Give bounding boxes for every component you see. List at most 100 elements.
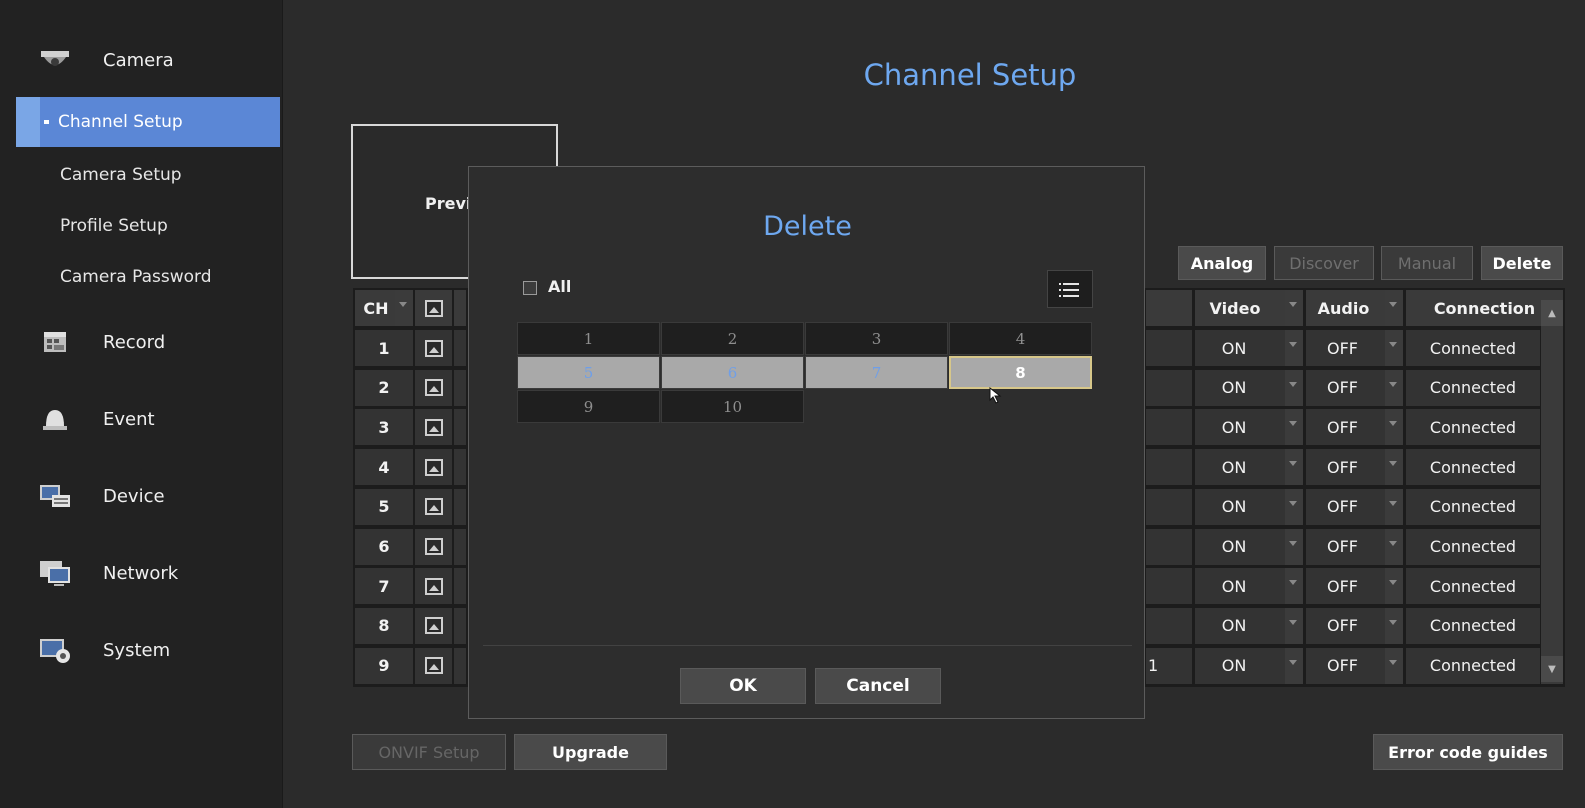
- preview-thumbnail[interactable]: [415, 607, 452, 644]
- sidebar-section-system[interactable]: System: [0, 620, 282, 680]
- bullet-icon: [44, 120, 49, 124]
- sidebar-section-device[interactable]: Device: [0, 466, 282, 526]
- preview-thumbnail[interactable]: [415, 647, 452, 684]
- channel-toggle-5[interactable]: 5: [517, 356, 660, 389]
- audio-value: OFF: [1327, 338, 1358, 358]
- video-value: ON: [1221, 378, 1247, 398]
- chevron-down-icon: [1289, 381, 1297, 387]
- scroll-up-icon[interactable]: ▲: [1541, 300, 1563, 326]
- camera-name-cell: [454, 488, 466, 525]
- onvif-setup-button[interactable]: ONVIF Setup: [352, 734, 506, 770]
- channel-number: 7: [355, 568, 413, 605]
- video-select[interactable]: ON: [1195, 449, 1303, 486]
- select-all-checkbox[interactable]: [523, 281, 537, 295]
- sidebar-section-network[interactable]: Network: [0, 543, 282, 603]
- sidebar-item-profile-setup[interactable]: Profile Setup: [16, 201, 280, 251]
- connection-status: Connected: [1406, 488, 1540, 525]
- header-name: [454, 290, 466, 326]
- dropdown-arrow-area: [1285, 330, 1303, 366]
- dropdown-arrow-area: [1385, 330, 1403, 366]
- dropdown-arrow-area: [1385, 528, 1403, 565]
- scroll-down-icon[interactable]: ▼: [1541, 656, 1563, 682]
- discover-button[interactable]: Discover: [1274, 246, 1374, 280]
- preview-thumbnail[interactable]: [415, 449, 452, 486]
- image-icon: [424, 538, 443, 555]
- audio-select[interactable]: OFF: [1306, 449, 1403, 486]
- audio-select[interactable]: OFF: [1306, 568, 1403, 605]
- channel-toggle-1[interactable]: 1: [517, 322, 660, 355]
- chevron-down-icon: [1289, 461, 1297, 467]
- sidebar: Camera Channel Setup Camera Setup Profil…: [0, 0, 283, 808]
- video-select[interactable]: ON: [1195, 607, 1303, 644]
- sidebar-item-camera-setup[interactable]: Camera Setup: [16, 150, 280, 200]
- dropdown-arrow-area: [1385, 409, 1403, 446]
- model-cell: 1: [1146, 647, 1192, 684]
- channel-toggle-6[interactable]: 6: [661, 356, 804, 389]
- scrollbar[interactable]: [1541, 298, 1563, 684]
- manual-button[interactable]: Manual: [1381, 246, 1473, 280]
- audio-select[interactable]: OFF: [1306, 647, 1403, 684]
- video-select[interactable]: ON: [1195, 369, 1303, 406]
- preview-thumbnail[interactable]: [415, 409, 452, 446]
- sidebar-section-label: Event: [103, 408, 155, 430]
- header-preview[interactable]: [415, 290, 452, 326]
- model-cell: [1146, 607, 1192, 644]
- video-select[interactable]: ON: [1195, 409, 1303, 446]
- sidebar-item-channel-setup[interactable]: Channel Setup: [16, 97, 280, 147]
- chevron-down-icon: [1389, 500, 1397, 506]
- chevron-down-icon: [1289, 500, 1297, 506]
- audio-select[interactable]: OFF: [1306, 409, 1403, 446]
- channel-toggle-2[interactable]: 2: [661, 322, 804, 355]
- sidebar-item-label: Profile Setup: [60, 216, 168, 236]
- camera-name-cell: [454, 330, 466, 366]
- video-select[interactable]: ON: [1195, 488, 1303, 525]
- delete-button[interactable]: Delete: [1481, 246, 1563, 280]
- error-code-guides-button[interactable]: Error code guides: [1373, 734, 1563, 770]
- chevron-down-icon: [1289, 659, 1297, 665]
- cancel-button[interactable]: Cancel: [815, 668, 941, 704]
- audio-select[interactable]: OFF: [1306, 607, 1403, 644]
- model-cell: [1146, 568, 1192, 605]
- video-select[interactable]: ON: [1195, 528, 1303, 565]
- header-video[interactable]: Video: [1195, 290, 1303, 326]
- video-select[interactable]: ON: [1195, 647, 1303, 684]
- channel-toggle-10[interactable]: 10: [661, 390, 804, 423]
- sidebar-item-camera-password[interactable]: Camera Password: [16, 252, 280, 302]
- header-ch[interactable]: CH: [355, 290, 413, 326]
- audio-value: OFF: [1327, 378, 1358, 398]
- mouse-cursor-icon: [989, 386, 1002, 404]
- preview-thumbnail[interactable]: [415, 488, 452, 525]
- system-icon: [40, 639, 70, 663]
- audio-value: OFF: [1327, 497, 1358, 517]
- dropdown-arrow-area: [1385, 449, 1403, 486]
- channel-toggle-7[interactable]: 7: [805, 356, 948, 389]
- audio-select[interactable]: OFF: [1306, 330, 1403, 366]
- analog-button[interactable]: Analog: [1178, 246, 1266, 280]
- ok-button[interactable]: OK: [680, 668, 806, 704]
- channel-toggle-3[interactable]: 3: [805, 322, 948, 355]
- model-cell: [1146, 330, 1192, 366]
- sidebar-section-camera[interactable]: Camera: [0, 30, 282, 90]
- channel-toggle-8[interactable]: 8: [949, 356, 1092, 389]
- video-select[interactable]: ON: [1195, 568, 1303, 605]
- video-select[interactable]: ON: [1195, 330, 1303, 366]
- list-view-button[interactable]: [1047, 270, 1093, 308]
- sidebar-section-record[interactable]: Record: [0, 312, 282, 372]
- preview-thumbnail[interactable]: [415, 369, 452, 406]
- channel-toggle-9[interactable]: 9: [517, 390, 660, 423]
- image-icon: [424, 339, 443, 357]
- header-audio[interactable]: Audio: [1306, 290, 1403, 326]
- preview-thumbnail[interactable]: [415, 528, 452, 565]
- audio-value: OFF: [1327, 537, 1358, 556]
- sidebar-section-event[interactable]: Event: [0, 389, 282, 449]
- header-label: Video: [1209, 298, 1261, 318]
- upgrade-button[interactable]: Upgrade: [514, 734, 667, 770]
- audio-select[interactable]: OFF: [1306, 369, 1403, 406]
- chevron-down-icon: [1389, 540, 1397, 546]
- audio-select[interactable]: OFF: [1306, 528, 1403, 565]
- audio-select[interactable]: OFF: [1306, 488, 1403, 525]
- preview-thumbnail[interactable]: [415, 568, 452, 605]
- camera-name-cell: [454, 369, 466, 406]
- preview-thumbnail[interactable]: [415, 330, 452, 366]
- channel-toggle-4[interactable]: 4: [949, 322, 1092, 355]
